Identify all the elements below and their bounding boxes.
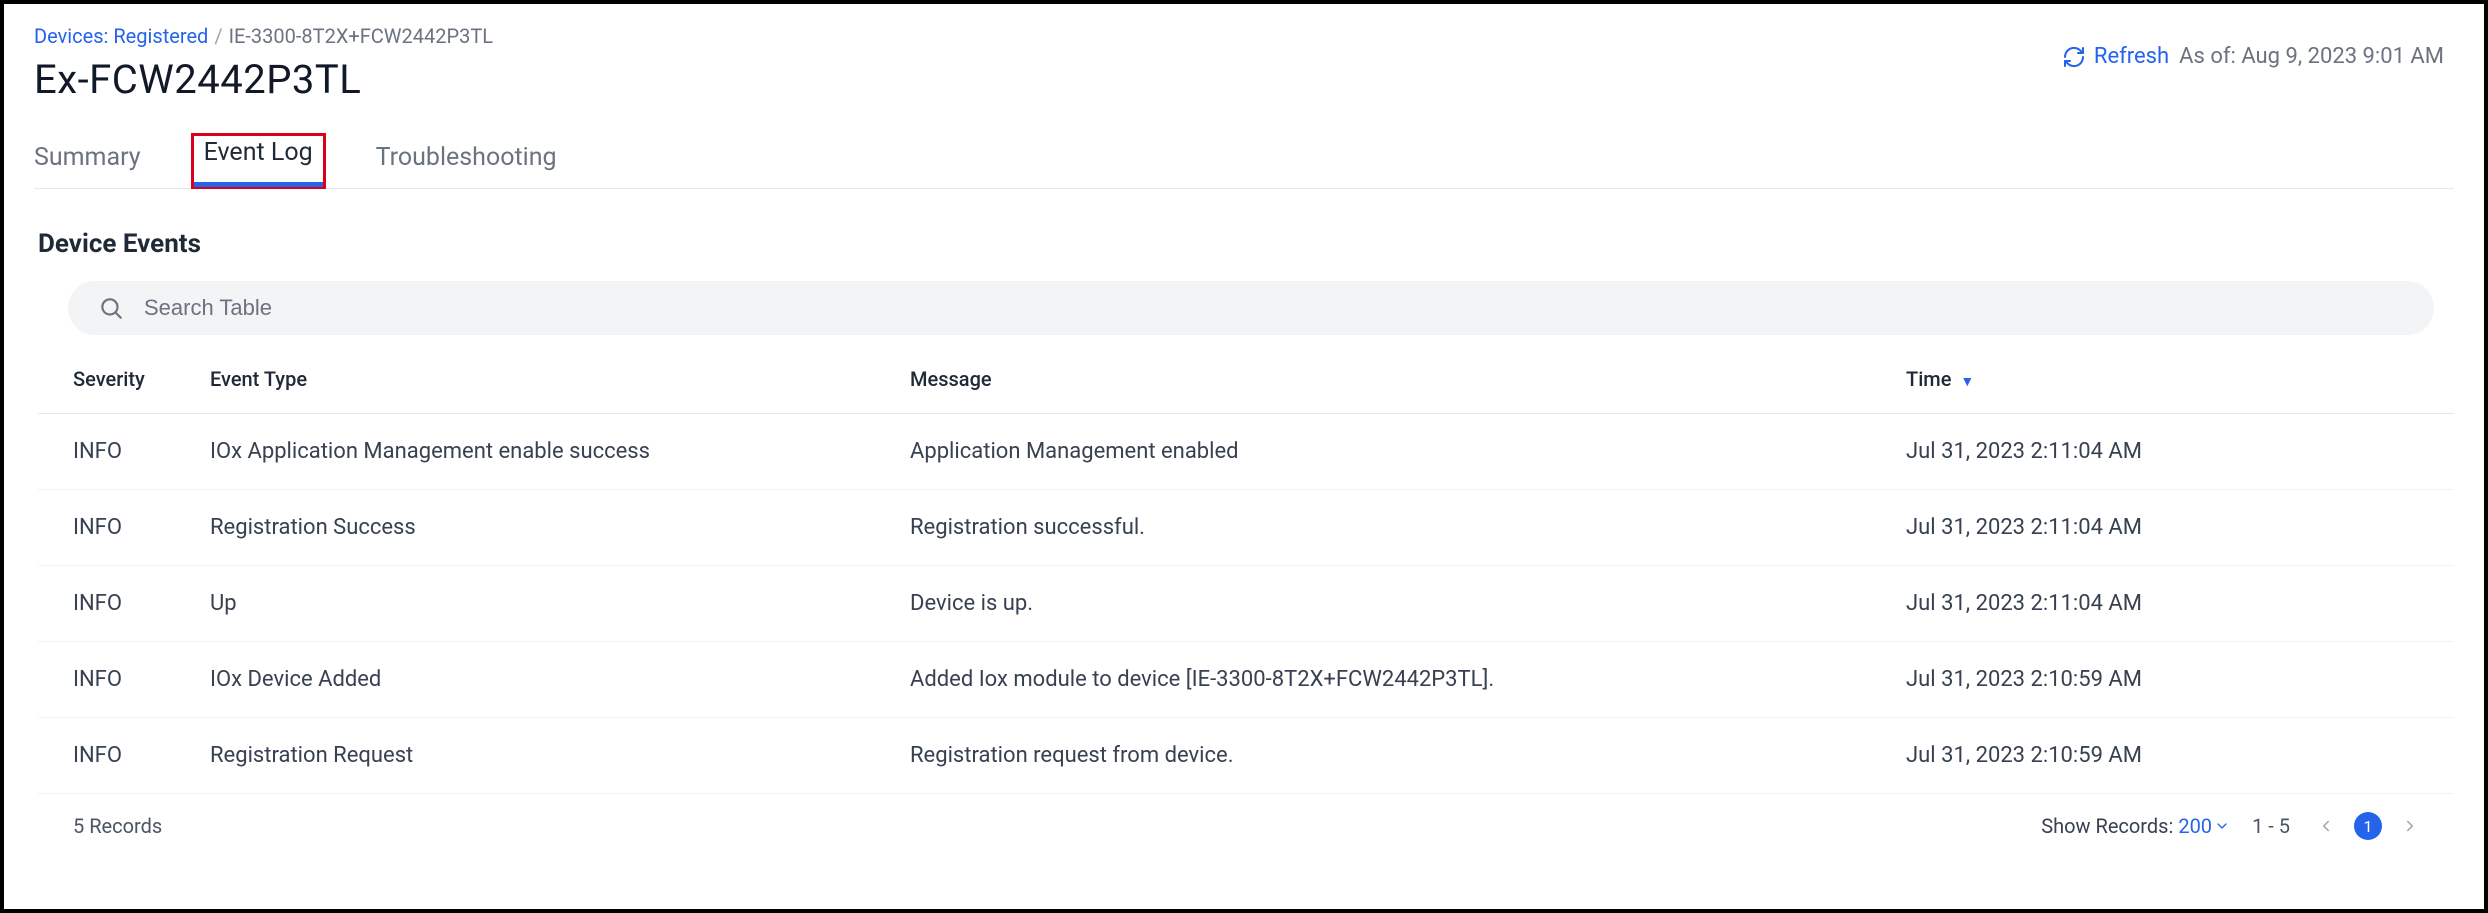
cell-severity: INFO [38, 566, 198, 642]
events-table: Severity Event Type Message Time ▼ INFOI… [38, 347, 2454, 794]
tab-event-log[interactable]: Event Log [191, 133, 326, 189]
cell-event-type: Registration Success [198, 490, 898, 566]
breadcrumb-link-devices[interactable]: Devices: Registered [34, 24, 208, 48]
search-bar[interactable] [68, 281, 2434, 335]
cell-severity: INFO [38, 490, 198, 566]
cell-time: Jul 31, 2023 2:10:59 AM [1894, 642, 2454, 718]
cell-time: Jul 31, 2023 2:11:04 AM [1894, 414, 2454, 490]
pager-next-button[interactable] [2396, 812, 2424, 840]
records-count: 5 Records [73, 814, 162, 838]
tab-troubleshooting[interactable]: Troubleshooting [376, 133, 557, 188]
chevron-left-icon [2317, 817, 2335, 835]
table-row[interactable]: INFORegistration RequestRegistration req… [38, 718, 2454, 794]
cell-event-type: IOx Application Management enable succes… [198, 414, 898, 490]
col-header-severity[interactable]: Severity [38, 347, 198, 414]
cell-message: Added Iox module to device [IE-3300-8T2X… [898, 642, 1894, 718]
chevron-down-icon [2214, 818, 2230, 834]
tab-summary[interactable]: Summary [34, 133, 141, 188]
chevron-right-icon [2401, 817, 2419, 835]
cell-message: Application Management enabled [898, 414, 1894, 490]
table-row[interactable]: INFOIOx Device AddedAdded Iox module to … [38, 642, 2454, 718]
cell-severity: INFO [38, 642, 198, 718]
pager-page-current[interactable]: 1 [2354, 812, 2382, 840]
breadcrumb-current: IE-3300-8T2X+FCW2442P3TL [229, 24, 493, 48]
refresh-icon [2062, 45, 2086, 69]
refresh-button[interactable]: Refresh [2062, 44, 2169, 69]
search-input[interactable] [144, 295, 2404, 321]
cell-time: Jul 31, 2023 2:11:04 AM [1894, 490, 2454, 566]
cell-time: Jul 31, 2023 2:11:04 AM [1894, 566, 2454, 642]
table-row[interactable]: INFOIOx Application Management enable su… [38, 414, 2454, 490]
cell-severity: INFO [38, 718, 198, 794]
breadcrumb-separator: / [214, 24, 222, 48]
refresh-asof: As of: Aug 9, 2023 9:01 AM [2179, 44, 2444, 69]
cell-time: Jul 31, 2023 2:10:59 AM [1894, 718, 2454, 794]
cell-message: Registration successful. [898, 490, 1894, 566]
page-title: Ex-FCW2442P3TL [34, 56, 493, 103]
show-records-control: Show Records: 200 [2041, 814, 2230, 838]
table-row[interactable]: INFORegistration SuccessRegistration suc… [38, 490, 2454, 566]
breadcrumb: Devices: Registered / IE-3300-8T2X+FCW24… [34, 24, 493, 48]
cell-event-type: Up [198, 566, 898, 642]
cell-event-type: IOx Device Added [198, 642, 898, 718]
section-title-device-events: Device Events [38, 229, 2454, 259]
refresh-label: Refresh [2094, 44, 2169, 69]
col-header-message[interactable]: Message [898, 347, 1894, 414]
cell-message: Registration request from device. [898, 718, 1894, 794]
sort-desc-icon: ▼ [1960, 374, 1974, 390]
col-header-time[interactable]: Time ▼ [1894, 347, 2454, 414]
show-records-dropdown[interactable]: 200 [2178, 814, 2230, 838]
cell-event-type: Registration Request [198, 718, 898, 794]
col-header-event-type[interactable]: Event Type [198, 347, 898, 414]
search-icon [98, 295, 124, 321]
pager-prev-button[interactable] [2312, 812, 2340, 840]
cell-severity: INFO [38, 414, 198, 490]
tab-bar: Summary Event Log Troubleshooting [34, 133, 2454, 189]
table-row[interactable]: INFOUpDevice is up.Jul 31, 2023 2:11:04 … [38, 566, 2454, 642]
cell-message: Device is up. [898, 566, 1894, 642]
pagination-range: 1 - 5 [2252, 814, 2290, 838]
